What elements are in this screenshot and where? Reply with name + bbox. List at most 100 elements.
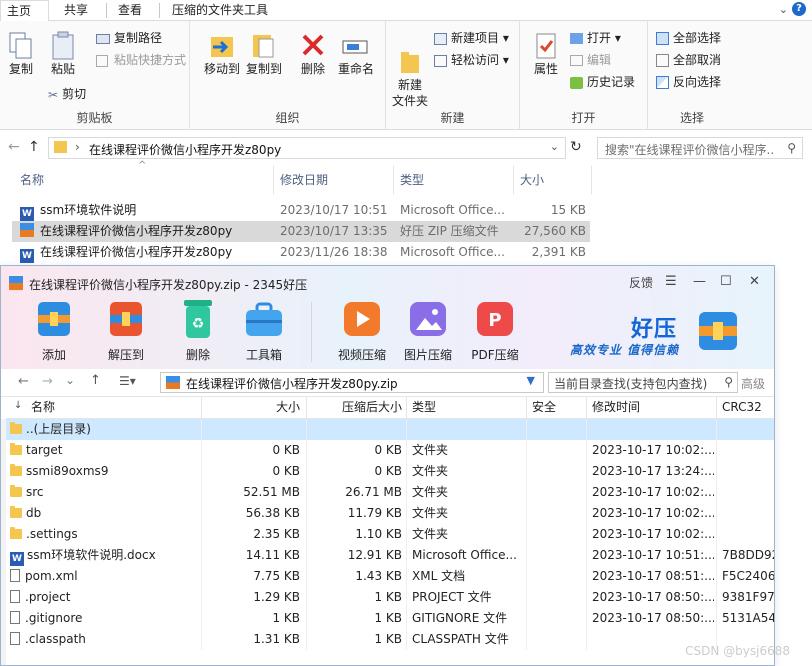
tab-view[interactable]: 查看 (112, 0, 148, 21)
paste-shortcut-button[interactable]: 粘贴快捷方式 (96, 51, 186, 69)
new-item-button[interactable]: 新建项目 ▾ (434, 29, 509, 47)
copy-icon (9, 32, 32, 59)
copy-to-button[interactable]: 复制到 (244, 31, 284, 77)
watermark: CSDN @bysj6688 (685, 644, 790, 658)
archive-item-crc32: 7B8DD92 (722, 548, 774, 562)
pdf-compress-label: PDF压缩 (471, 348, 519, 362)
select-none-button[interactable]: 全部取消 (656, 51, 721, 69)
column-header-type[interactable]: 类型 (400, 166, 424, 194)
column-header-crc32[interactable]: CRC32 (722, 397, 762, 419)
history-button[interactable]: 历史记录 (570, 73, 635, 91)
move-to-button[interactable]: 移动到 (202, 31, 242, 77)
select-all-button[interactable]: 全部选择 (656, 29, 721, 47)
column-header-modified[interactable]: 修改时间 (592, 397, 640, 419)
svg-text:P: P (488, 310, 501, 331)
chevron-down-icon[interactable]: ⌄ (779, 3, 788, 16)
archive-row[interactable]: .gitignore 1 KB 1 KB GITIGNORE 文件 2023-10-17… (6, 608, 774, 629)
easy-access-button[interactable]: 轻松访问 ▾ (434, 51, 509, 69)
archive-item-packed-size: 0 KB (374, 443, 402, 457)
archive-row[interactable]: .project 1.29 KB 1 KB PROJECT 文件 2023-10-17 … (6, 587, 774, 608)
folder-icon (10, 443, 22, 455)
parent-directory-row[interactable]: ..(上层目录) (6, 419, 774, 440)
refresh-icon[interactable]: ↻ (570, 139, 582, 155)
archive-row[interactable]: db 56.38 KB 11.79 KB 文件夹 2023-10-17 10:02:..… (6, 503, 774, 524)
tab-home[interactable]: 主页 (0, 0, 49, 22)
properties-button[interactable]: 属性 (526, 31, 566, 77)
toolbox-button[interactable]: 工具箱 (229, 298, 299, 363)
archive-item-name: src (26, 485, 44, 499)
view-mode-icon[interactable]: ☰▾ (119, 374, 136, 388)
column-header-security[interactable]: 安全 (532, 397, 556, 419)
search-icon: ⚲ (724, 375, 733, 389)
column-header-name[interactable]: 名称 (20, 166, 44, 194)
video-compress-button[interactable]: 视频压缩 (327, 298, 397, 363)
archive-row[interactable]: src 52.51 MB 26.71 MB 文件夹 2023-10-17 10:02:.… (6, 482, 774, 503)
archive-item-type: 文件夹 (412, 527, 449, 541)
address-bar[interactable]: › 在线课程评价微信小程序开发z80py ⌄ (48, 137, 566, 159)
menu-icon[interactable]: ☰ (665, 274, 677, 289)
advanced-search-button[interactable]: 高级 (741, 375, 765, 392)
file-date: 2023/10/17 10:51 (280, 203, 388, 217)
search-input[interactable]: 搜索"在线课程评价微信小程序... ⚲ (597, 137, 803, 159)
pdf-compress-button[interactable]: P PDF压缩 (460, 298, 530, 363)
column-header-name[interactable]: 名称 (31, 397, 55, 419)
file-row[interactable]: W ssm环境软件说明 2023/10/17 10:51 Microsoft O… (12, 200, 590, 221)
archive-row[interactable]: ssmi89oxms9 0 KB 0 KB 文件夹 2023-10-17 13:24:.… (6, 461, 774, 482)
tab-compressed-folder-tools[interactable]: 压缩的文件夹工具 (166, 0, 274, 21)
delete-label: 删除 (185, 348, 210, 362)
feedback-button[interactable]: 反馈 (629, 274, 653, 291)
delete-button[interactable]: 删除 (296, 31, 330, 77)
archive-row[interactable]: Wssm环境软件说明.docx 14.11 KB 12.91 KB Microsoft… (6, 545, 774, 566)
add-archive-icon (38, 302, 70, 336)
file-row-selected[interactable]: 在线课程评价微信小程序开发z80py 2023/10/17 13:35 好压 Z… (12, 221, 590, 242)
invert-selection-button[interactable]: 反向选择 (656, 73, 721, 91)
close-icon[interactable]: ✕ (749, 274, 760, 289)
up-arrow-icon[interactable]: ↑ (28, 139, 40, 155)
dropdown-arrow-icon[interactable]: ▼ (527, 374, 535, 387)
paste-button[interactable]: 粘贴 (44, 31, 82, 77)
cut-button[interactable]: ✂ 剪切 (48, 85, 86, 103)
file-row[interactable]: W 在线课程评价微信小程序开发z80py 2023/11/26 18:38 Mi… (12, 242, 590, 263)
file-name: 在线课程评价微信小程序开发z80py (40, 224, 233, 238)
forward-arrow-icon[interactable]: → (42, 374, 53, 389)
folder-icon (10, 422, 22, 434)
back-arrow-icon[interactable]: ← (8, 139, 20, 155)
delete-archive-button[interactable]: ♻ 删除 (163, 298, 233, 363)
archive-path-bar[interactable]: 在线课程评价微信小程序开发z80py.zip ▼ (160, 372, 544, 393)
word-doc-icon: W (10, 552, 24, 566)
file-icon (10, 569, 20, 582)
brand-slogan: 高效专业 值得信赖 (570, 343, 680, 357)
column-header-date[interactable]: 修改日期 (280, 166, 328, 194)
archive-item-type: Microsoft Office... (412, 548, 517, 562)
back-arrow-icon[interactable]: ← (18, 374, 29, 389)
help-icon[interactable]: ? (792, 2, 806, 16)
add-button[interactable]: 添加 (19, 298, 89, 363)
image-compress-button[interactable]: 图片压缩 (393, 298, 463, 363)
archive-row[interactable]: target 0 KB 0 KB 文件夹 2023-10-17 10:02:... (6, 440, 774, 461)
archive-row[interactable]: .settings 2.35 KB 1.10 KB 文件夹 2023-10-17 10:… (6, 524, 774, 545)
open-button[interactable]: 打开 ▾ (570, 29, 621, 47)
column-header-packed-size[interactable]: 压缩后大小 (307, 397, 402, 419)
archive-row[interactable]: pom.xml 7.75 KB 1.43 KB XML 文档 2023-10-17 08… (6, 566, 774, 587)
minimize-icon[interactable]: — (693, 274, 706, 289)
archive-row[interactable]: .classpath 1.31 KB 1 KB CLASSPATH 文件 (6, 629, 774, 650)
copy-path-button[interactable]: 复制路径 (96, 29, 162, 47)
cell-divider (586, 566, 587, 587)
archive-item-packed-size: 1.10 KB (355, 527, 402, 541)
copy-button[interactable]: 复制 (4, 31, 38, 77)
maximize-icon[interactable]: ☐ (720, 274, 732, 289)
column-header-size[interactable]: 大小 (520, 166, 544, 194)
edit-button[interactable]: 编辑 (570, 51, 611, 69)
history-dropdown-icon[interactable]: ⌄ (65, 373, 75, 387)
dropdown-arrow-icon[interactable]: ⌄ (550, 140, 559, 153)
column-header-size[interactable]: 大小 (202, 397, 300, 419)
up-arrow-icon[interactable]: ↑ (90, 373, 101, 388)
extract-to-button[interactable]: 解压到 (91, 298, 161, 363)
tab-share[interactable]: 共享 (58, 0, 94, 21)
archive-search-input[interactable]: 当前目录查找(支持包内查找) ⚲ (548, 372, 738, 393)
column-header-type[interactable]: 类型 (412, 397, 436, 419)
cell-divider (716, 587, 717, 608)
archive-column-header: ↓ 名称 大小 压缩后大小 类型 安全 修改时间 CRC32 (6, 397, 774, 419)
rename-button[interactable]: 重命名 (334, 31, 378, 77)
folder-icon (54, 141, 67, 153)
